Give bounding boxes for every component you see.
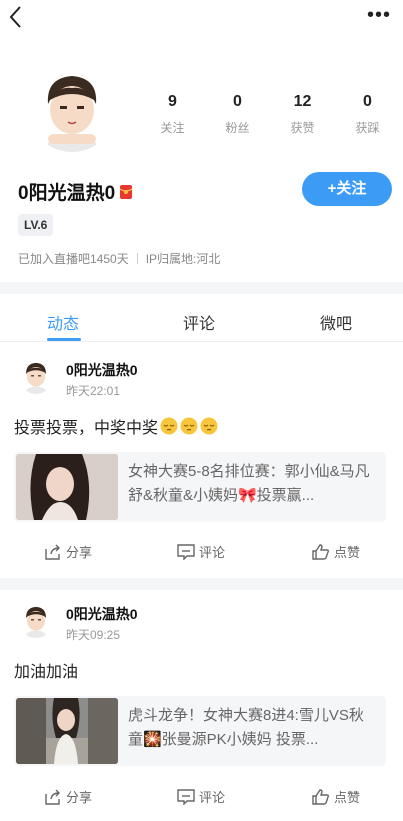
profile-name: 0阳光温热0 [18,183,116,204]
post-time: 昨天22:01 [66,384,121,398]
comment-button[interactable]: 评论 [177,542,225,561]
tab-comments[interactable]: 评论 [183,310,215,334]
post-username[interactable]: 0阳光温热0 [66,604,138,624]
profile-stats: 9 关注 0 粉丝 12 获赞 0 获踩 [140,93,400,136]
comment-button[interactable]: 评论 [177,787,225,806]
stat-number: 9 [168,93,177,110]
level-badge: LV.6 [18,214,54,236]
like-label: 点赞 [334,790,361,805]
comment-icon [177,543,195,560]
divider [136,253,138,264]
post-avatar[interactable] [18,358,54,394]
tab-weiba[interactable]: 微吧 [320,310,352,334]
post-actions: 分享 评论 点赞 [0,787,403,809]
post-item[interactable]: 0阳光温热0 昨天22:01 投票投票，中奖中奖 女神大赛5-8名排位赛：郭小仙… [0,346,403,576]
post-actions: 分享 评论 点赞 [0,542,403,564]
comment-label: 评论 [199,790,226,805]
article-title: 虎斗龙争！女神大赛8进4:雪儿VS秋童🎇张曼源PK小姨妈 投票... [128,707,364,748]
like-button[interactable]: 点赞 [312,787,360,806]
follow-button[interactable]: +关注 [302,172,392,206]
top-bar: ••• [0,0,403,36]
more-dots-icon: ••• [367,4,392,26]
share-button[interactable]: 分享 [44,787,92,806]
chevron-left-icon [9,6,21,28]
share-icon [45,789,60,805]
stat-label: 粉丝 [225,121,250,135]
post-text: 投票投票，中奖中奖 [14,414,218,438]
post-text-content: 加油加油 [14,664,79,681]
share-label: 分享 [66,545,93,560]
sleepy-emoji-icon [160,417,178,435]
post-avatar[interactable] [18,602,54,638]
like-label: 点赞 [334,545,361,560]
article-thumbnail [16,454,118,520]
stat-label: 获赞 [290,121,315,135]
stat-following[interactable]: 9 关注 [140,93,205,136]
stat-followers[interactable]: 0 粉丝 [205,93,270,136]
comment-label: 评论 [199,545,226,560]
tab-bar: 动态 评论 微吧 [0,296,403,342]
thumbs-up-icon [312,543,330,560]
profile-name-row: 0阳光温热0 [18,178,133,205]
stat-number: 12 [293,93,312,110]
sleepy-emoji-icon [180,417,198,435]
post-text: 加油加油 [14,658,78,682]
like-button[interactable]: 点赞 [312,542,360,561]
ip-location: IP归属地:河北 [145,252,221,266]
post-time: 昨天09:25 [66,628,121,642]
section-divider [0,578,403,590]
post-text-content: 投票投票，中奖中奖 [14,420,159,437]
linked-article-card[interactable]: 虎斗龙争！女神大赛8进4:雪儿VS秋童🎇张曼源PK小姨妈 投票... [14,696,386,766]
active-tab-indicator [47,338,81,341]
sleepy-emoji-icon [200,417,218,435]
post-item[interactable]: 0阳光温热0 昨天09:25 加油加油 虎斗龙争！女神大赛8进4:雪儿VS秋童🎇… [0,590,403,821]
back-button[interactable] [6,4,26,30]
stat-likes: 12 获赞 [270,93,335,136]
comment-icon [177,788,195,805]
profile-avatar[interactable] [28,64,116,152]
stat-number: 0 [363,93,372,110]
stat-dislikes: 0 获踩 [335,93,400,136]
tab-activity[interactable]: 动态 [47,310,79,334]
more-button[interactable]: ••• [367,4,393,26]
share-icon [45,544,60,560]
post-username[interactable]: 0阳光温热0 [66,360,138,380]
stat-label: 关注 [160,121,185,135]
stat-label: 获踩 [355,121,380,135]
article-thumbnail [16,698,118,764]
share-label: 分享 [66,790,93,805]
section-divider [0,282,403,294]
article-title: 女神大赛5-8名排位赛：郭小仙&马凡舒&秋童&小姨妈🎀投票赢... [128,463,370,504]
joined-days: 已加入直播吧1450天 [18,252,129,266]
stat-number: 0 [233,93,242,110]
red-packet-icon [119,184,133,199]
linked-article-card[interactable]: 女神大赛5-8名排位赛：郭小仙&马凡舒&秋童&小姨妈🎀投票赢... [14,452,386,522]
thumbs-up-icon [312,788,330,805]
share-button[interactable]: 分享 [44,542,92,561]
profile-meta: 已加入直播吧1450天 IP归属地:河北 [18,250,220,267]
